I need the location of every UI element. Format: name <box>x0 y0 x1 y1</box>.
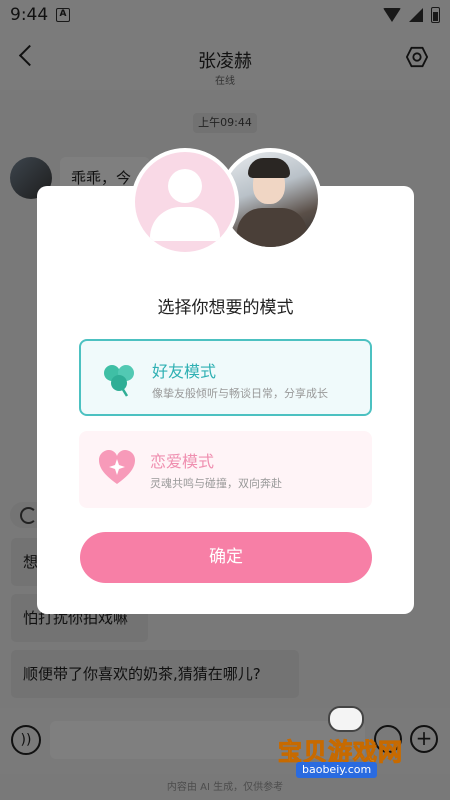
love-mode-desc: 灵魂共鸣与碰撞，双向奔赴 <box>150 477 282 490</box>
person-head-icon <box>168 169 202 203</box>
dialog-title: 选择你想要的模式 <box>157 298 294 318</box>
friend-mode-desc: 像挚友般倾听与畅谈日常，分享成长 <box>152 387 328 400</box>
friend-mode-title: 好友模式 <box>152 362 217 381</box>
watermark-url: baobeiy.com <box>296 762 378 778</box>
heart-sparkle-icon <box>99 450 135 484</box>
love-mode-option[interactable]: 恋爱模式 灵魂共鸣与碰撞，双向奔赴 <box>79 431 372 508</box>
love-mode-title: 恋爱模式 <box>150 452 215 471</box>
avatar-hair <box>248 158 290 178</box>
mode-select-dialog: 选择你想要的模式 好友模式 像挚友般倾听与畅谈日常，分享成长 恋爱模式 灵魂共鸣… <box>37 186 414 614</box>
confirm-button[interactable]: 确定 <box>80 532 372 583</box>
avatar-suit <box>237 208 307 247</box>
user-avatar-placeholder <box>131 148 239 256</box>
clover-icon <box>104 365 134 397</box>
gamepad-icon <box>328 706 364 732</box>
site-watermark: 宝贝游戏网 baobeiy.com <box>278 706 428 778</box>
friend-mode-option[interactable]: 好友模式 像挚友般倾听与畅谈日常，分享成长 <box>79 339 372 416</box>
person-body-icon <box>150 207 220 241</box>
